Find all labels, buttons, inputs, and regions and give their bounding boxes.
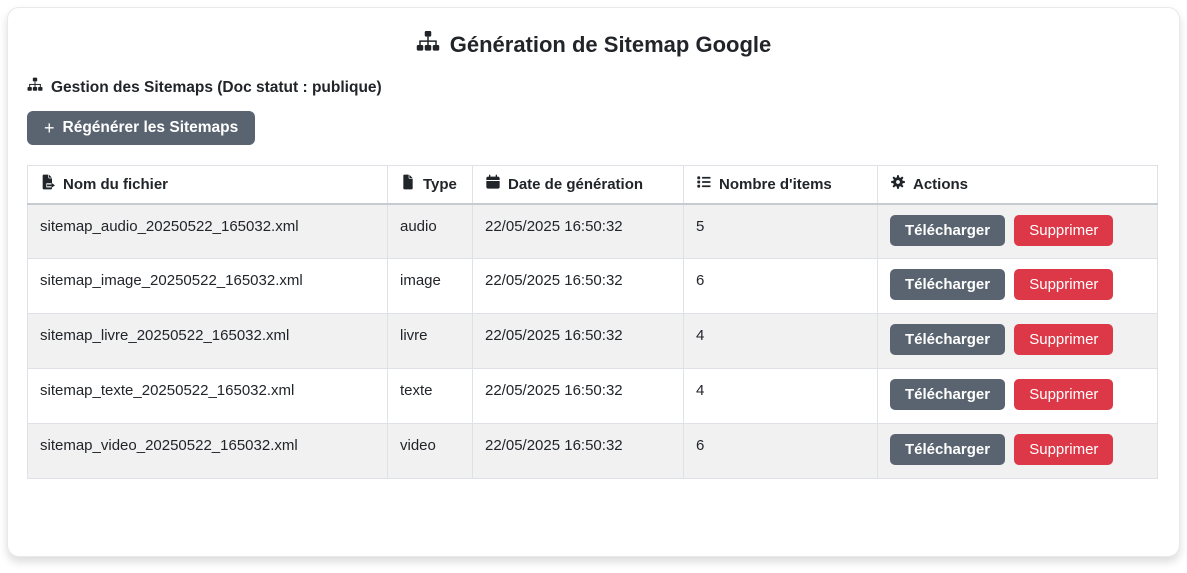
table-row: sitemap_image_20250522_165032.xml image … <box>27 258 1158 314</box>
column-header-items-label: Nombre d'items <box>719 175 832 193</box>
column-header-filename: Nom du fichier <box>27 165 388 205</box>
items-cell: 5 <box>683 203 878 259</box>
type-cell: image <box>387 258 473 314</box>
date-cell: 22/05/2025 16:50:32 <box>472 203 684 259</box>
column-header-actions: Actions <box>877 165 1158 205</box>
delete-button[interactable]: Supprimer <box>1014 434 1114 465</box>
table-row: sitemap_texte_20250522_165032.xml texte … <box>27 368 1158 424</box>
page-title: Génération de Sitemap Google <box>25 30 1162 60</box>
regenerate-sitemaps-label: Régénérer les Sitemaps <box>62 119 239 136</box>
column-header-date-label: Date de génération <box>508 175 644 193</box>
column-header-date: Date de génération <box>472 165 684 205</box>
filename-cell: sitemap_audio_20250522_165032.xml <box>27 203 388 259</box>
page-title-text: Génération de Sitemap Google <box>449 32 772 57</box>
date-cell: 22/05/2025 16:50:32 <box>472 313 684 369</box>
file-icon <box>400 174 416 194</box>
items-cell: 6 <box>683 423 878 479</box>
type-cell: livre <box>387 313 473 369</box>
filename-cell: sitemap_video_20250522_165032.xml <box>27 423 388 479</box>
regenerate-sitemaps-button[interactable]: + Régénérer les Sitemaps <box>27 111 256 145</box>
column-header-type-label: Type <box>423 175 457 193</box>
table-row: sitemap_audio_20250522_165032.xml audio … <box>27 203 1158 259</box>
section-subtitle-text: Gestion des Sitemaps (Doc statut : publi… <box>51 78 382 96</box>
table-row: sitemap_video_20250522_165032.xml video … <box>27 423 1158 479</box>
sitemap-icon <box>416 30 440 60</box>
delete-button[interactable]: Supprimer <box>1014 269 1114 300</box>
filename-cell: sitemap_image_20250522_165032.xml <box>27 258 388 314</box>
download-button[interactable]: Télécharger <box>890 379 1006 410</box>
column-header-actions-label: Actions <box>913 175 969 193</box>
actions-cell: Télécharger Supprimer <box>877 203 1158 259</box>
delete-button[interactable]: Supprimer <box>1014 214 1114 246</box>
delete-button[interactable]: Supprimer <box>1014 324 1114 355</box>
download-button[interactable]: Télécharger <box>890 214 1006 246</box>
section-subtitle: Gestion des Sitemaps (Doc statut : publi… <box>25 77 1162 98</box>
plus-icon: + <box>44 117 55 138</box>
calendar-icon <box>485 174 501 194</box>
column-header-items: Nombre d'items <box>683 165 878 205</box>
list-icon <box>696 174 712 194</box>
delete-button[interactable]: Supprimer <box>1014 379 1114 410</box>
date-cell: 22/05/2025 16:50:32 <box>472 423 684 479</box>
type-cell: texte <box>387 368 473 424</box>
actions-cell: Télécharger Supprimer <box>877 313 1158 369</box>
actions-cell: Télécharger Supprimer <box>877 368 1158 424</box>
file-export-icon <box>40 174 56 194</box>
table-header: Nom du fichier Type Date de génération N… <box>27 165 1158 205</box>
date-cell: 22/05/2025 16:50:32 <box>472 368 684 424</box>
column-header-filename-label: Nom du fichier <box>63 175 169 193</box>
download-button[interactable]: Télécharger <box>890 434 1006 465</box>
sitemap-icon <box>27 77 43 98</box>
download-button[interactable]: Télécharger <box>890 324 1006 355</box>
filename-cell: sitemap_livre_20250522_165032.xml <box>27 313 388 369</box>
items-cell: 4 <box>683 313 878 369</box>
column-header-type: Type <box>387 165 473 205</box>
download-button[interactable]: Télécharger <box>890 269 1006 300</box>
items-cell: 4 <box>683 368 878 424</box>
date-cell: 22/05/2025 16:50:32 <box>472 258 684 314</box>
sitemaps-table: Nom du fichier Type Date de génération N… <box>27 165 1158 479</box>
type-cell: video <box>387 423 473 479</box>
actions-cell: Télécharger Supprimer <box>877 258 1158 314</box>
table-row: sitemap_livre_20250522_165032.xml livre … <box>27 313 1158 369</box>
sitemap-card: Génération de Sitemap Google Gestion des… <box>7 7 1180 557</box>
items-cell: 6 <box>683 258 878 314</box>
filename-cell: sitemap_texte_20250522_165032.xml <box>27 368 388 424</box>
gear-icon <box>890 174 906 194</box>
actions-cell: Télécharger Supprimer <box>877 423 1158 479</box>
type-cell: audio <box>387 203 473 259</box>
